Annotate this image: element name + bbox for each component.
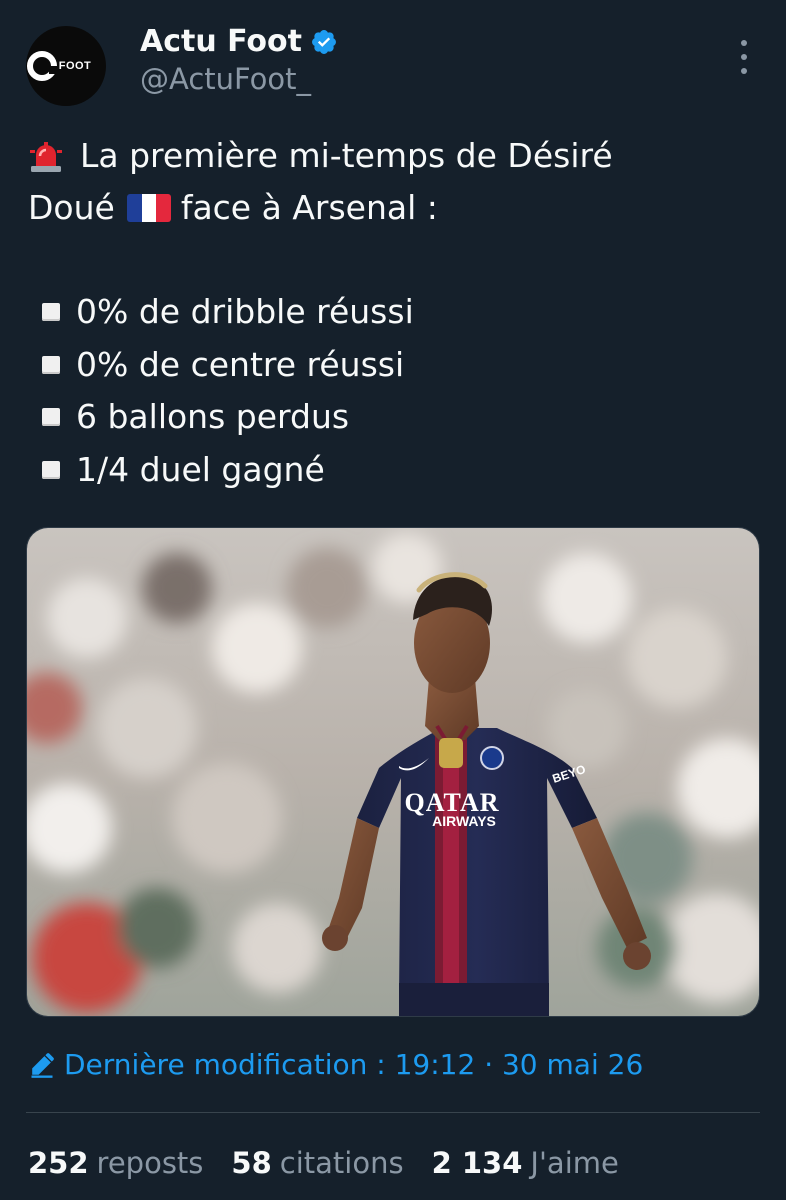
tweet-line-2-rest: face à Arsenal : xyxy=(180,188,438,227)
list-item-text: 0% de centre réussi xyxy=(76,344,405,384)
tweet-text: La première mi-temps de Désiré Doué face… xyxy=(28,130,758,496)
reposts-count: 252 xyxy=(28,1146,89,1180)
engagement-stats: 252 reposts 58 citations 2 134 J'aime xyxy=(28,1146,619,1180)
author-display-name[interactable]: Actu Foot xyxy=(140,24,302,59)
more-options-icon[interactable] xyxy=(730,40,758,74)
list-item-text: 0% de dribble réussi xyxy=(76,292,414,332)
list-item: 0% de centre réussi xyxy=(28,339,758,392)
author-name-row[interactable]: Actu Foot xyxy=(140,24,338,59)
pencil-icon xyxy=(31,1052,54,1078)
reposts-stat[interactable]: 252 reposts xyxy=(28,1146,203,1180)
likes-count: 2 134 xyxy=(431,1146,523,1180)
white-square-icon xyxy=(42,303,60,322)
tweet-line-2: Doué face à Arsenal : xyxy=(28,182,758,234)
author-handle[interactable]: @ActuFoot_ xyxy=(140,62,311,96)
france-flag-icon xyxy=(126,194,171,222)
quotes-label: citations xyxy=(279,1146,404,1180)
player-photo-image: QATAR AIRWAYS BEYO xyxy=(27,528,759,1016)
likes-stat[interactable]: 2 134 J'aime xyxy=(432,1146,619,1180)
tweet-line-2-name: Doué xyxy=(28,188,115,227)
white-square-icon xyxy=(42,460,60,479)
white-square-icon xyxy=(42,408,60,427)
more-dot xyxy=(741,40,747,46)
avatar[interactable]: FOOT xyxy=(26,26,106,106)
verified-badge-icon xyxy=(312,29,336,54)
stat-bullet-list: 0% de dribble réussi 0% de centre réussi… xyxy=(28,286,758,496)
quotes-count: 58 xyxy=(231,1146,272,1180)
edit-label: Dernière modification : 19:12 · 30 mai 2… xyxy=(64,1048,644,1081)
list-item: 0% de dribble réussi xyxy=(28,286,758,339)
quotes-stat[interactable]: 58 citations xyxy=(231,1146,403,1180)
tweet-line-1: La première mi-temps de Désiré xyxy=(28,130,758,182)
edit-history-link[interactable]: Dernière modification : 19:12 · 30 mai 2… xyxy=(28,1048,643,1081)
tweet-card: FOOT Actu Foot @ActuFoot_ La première mi… xyxy=(0,0,786,1200)
divider xyxy=(26,1112,760,1113)
list-item-text: 6 ballons perdus xyxy=(76,397,350,437)
likes-label: J'aime xyxy=(530,1146,619,1180)
tweet-line-1-text: La première mi-temps de Désiré xyxy=(80,136,613,175)
more-dot xyxy=(741,68,747,74)
avatar-logo-text: FOOT xyxy=(58,60,92,72)
more-dot xyxy=(741,54,747,60)
reposts-label: reposts xyxy=(96,1146,204,1180)
list-item: 1/4 duel gagné xyxy=(28,444,758,497)
tweet-photo[interactable]: QATAR AIRWAYS BEYO xyxy=(26,527,760,1017)
avatar-logo-icon xyxy=(26,51,59,81)
list-item: 6 ballons perdus xyxy=(28,391,758,444)
white-square-icon xyxy=(42,355,60,374)
police-car-light-icon xyxy=(30,142,62,172)
list-item-text: 1/4 duel gagné xyxy=(76,449,325,489)
sponsor-line2-text: AIRWAYS xyxy=(432,813,496,829)
